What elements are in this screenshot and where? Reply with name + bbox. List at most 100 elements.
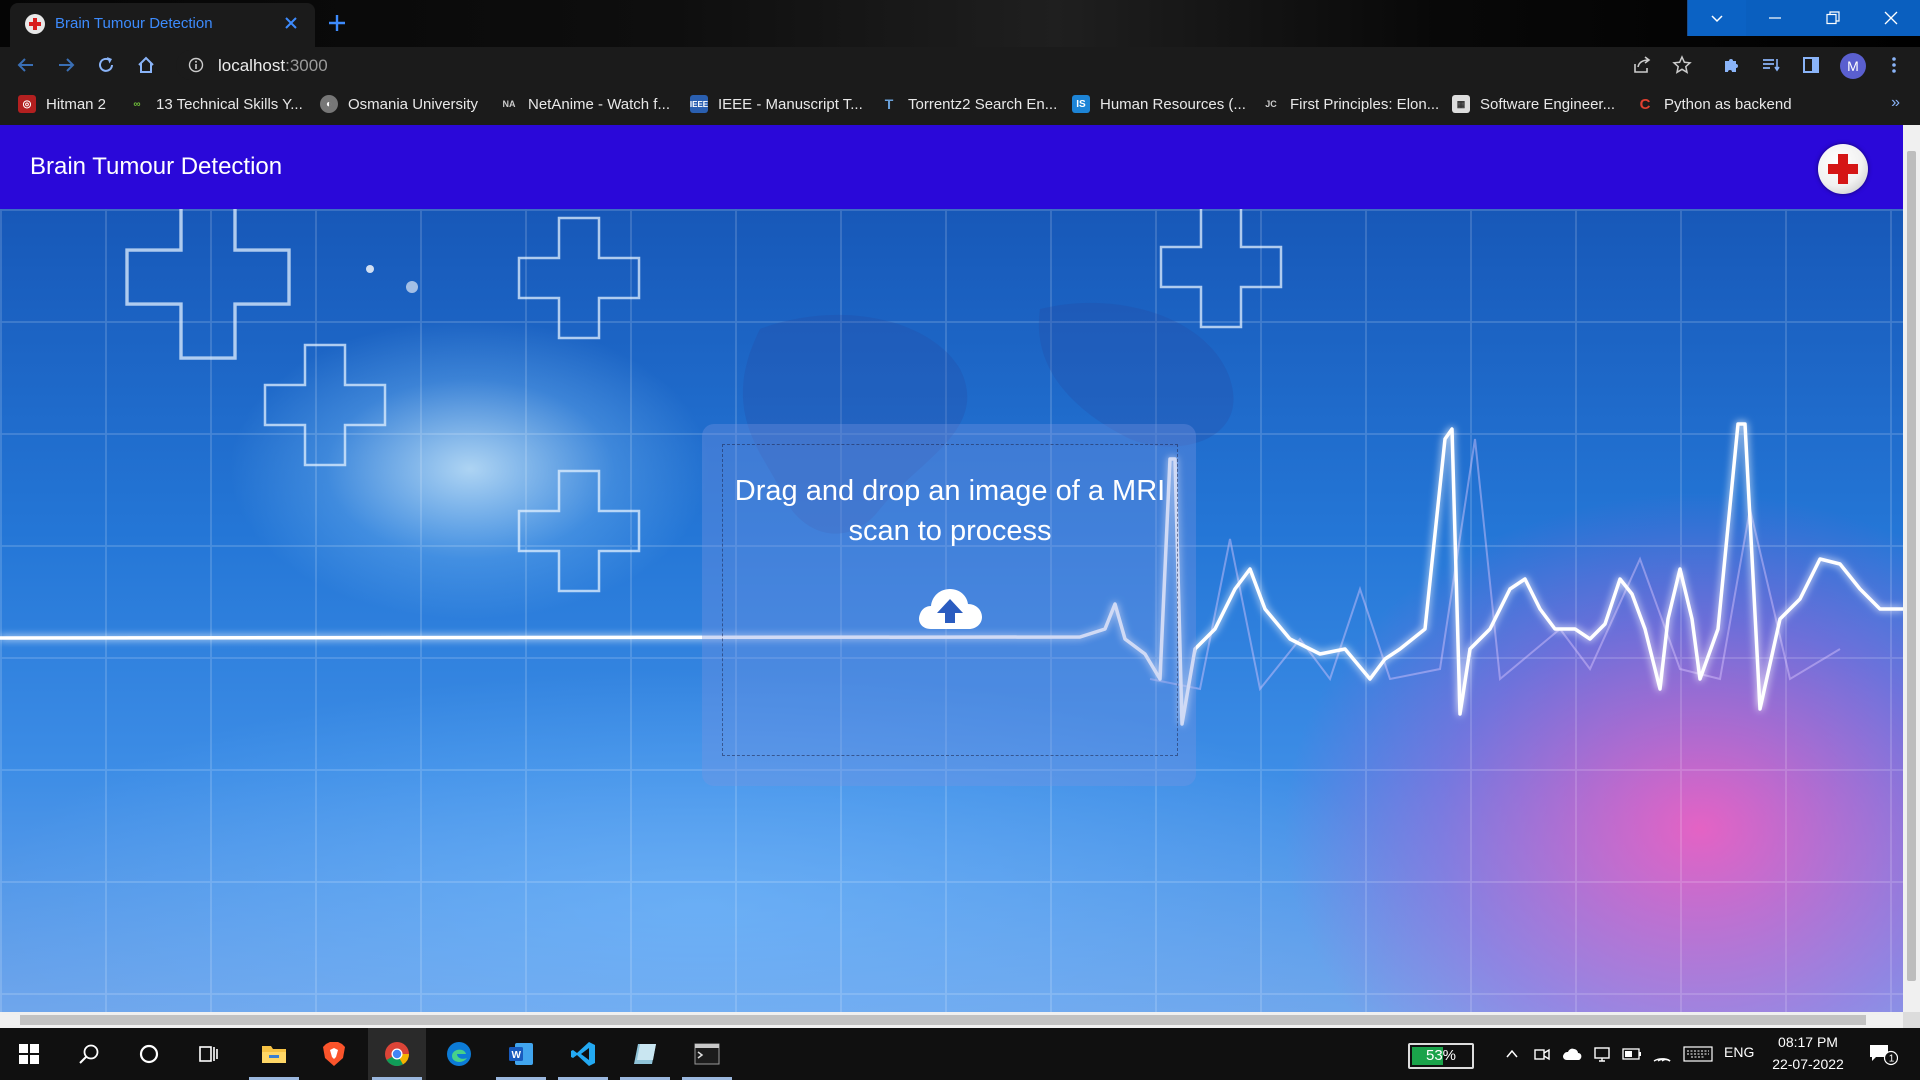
- bookmark-star-icon[interactable]: [1668, 51, 1696, 79]
- notification-count: 1: [1889, 1054, 1895, 1065]
- bookmark-item[interactable]: ◐ Osmania University: [320, 92, 478, 116]
- bookmark-item[interactable]: ▦ Software Engineer...: [1452, 92, 1615, 116]
- bookmark-label: Software Engineer...: [1480, 95, 1616, 113]
- bookmark-item[interactable]: IEEE IEEE - Manuscript T...: [690, 92, 863, 116]
- browser-toolbar: localhost:3000 M: [0, 47, 1920, 83]
- hitman-icon: ◎: [18, 95, 36, 113]
- word-icon[interactable]: W: [492, 1028, 550, 1080]
- tab-search-icon[interactable]: [1687, 0, 1746, 36]
- battery-tray-icon[interactable]: [1620, 1042, 1644, 1066]
- scrollbar-corner: [1903, 1012, 1920, 1028]
- link-icon: ∞: [133, 98, 141, 110]
- browser-tab[interactable]: Brain Tumour Detection: [10, 3, 315, 47]
- bookmark-item[interactable]: NA NetAnime - Watch f...: [500, 92, 670, 116]
- clock-time[interactable]: 08:17 PM: [1776, 1034, 1840, 1050]
- image-dropzone[interactable]: Drag and drop an image of a MRI scan to …: [702, 424, 1196, 786]
- url-text: localhost:3000: [218, 56, 328, 76]
- extensions-icon[interactable]: [1717, 51, 1745, 79]
- bookmark-item[interactable]: ◎ Hitman 2: [18, 92, 106, 116]
- bookmark-label: 13 Technical Skills Y...: [156, 95, 303, 113]
- close-tab-icon[interactable]: [280, 12, 302, 34]
- brave-browser-icon[interactable]: [305, 1028, 363, 1080]
- vertical-scrollbar[interactable]: [1903, 125, 1920, 1012]
- search-icon[interactable]: [60, 1028, 118, 1080]
- scrollbar-thumb[interactable]: [20, 1015, 1866, 1025]
- bookmark-label: Python as backend: [1664, 95, 1792, 113]
- cortana-icon[interactable]: [120, 1028, 178, 1080]
- tab-title: Brain Tumour Detection: [55, 15, 213, 32]
- display-settings-icon[interactable]: [1590, 1042, 1614, 1066]
- browser-title-bar: Brain Tumour Detection: [0, 0, 1920, 47]
- home-icon[interactable]: [132, 51, 160, 79]
- scrollbar-thumb[interactable]: [1907, 151, 1916, 981]
- page-viewport: Brain Tumour Detection Drag and drop an …: [0, 125, 1903, 1012]
- input-language[interactable]: ENG: [1724, 1044, 1754, 1060]
- file-explorer-icon[interactable]: [245, 1028, 303, 1080]
- clock-date[interactable]: 22-07-2022: [1768, 1056, 1848, 1072]
- profile-avatar[interactable]: M: [1840, 53, 1866, 79]
- python-icon: C: [1639, 95, 1651, 113]
- notes-app-icon[interactable]: [616, 1028, 674, 1080]
- app-header: Brain Tumour Detection: [0, 125, 1903, 209]
- medical-cross-outline-icon: [1159, 209, 1283, 329]
- bookmark-label: Human Resources (...: [1100, 95, 1246, 113]
- jc-icon: JC: [1265, 99, 1277, 109]
- restore-button[interactable]: [1804, 0, 1862, 36]
- url-host: localhost: [218, 56, 286, 75]
- keyboard-icon[interactable]: [1682, 1042, 1714, 1066]
- bookmark-label: Osmania University: [348, 95, 479, 113]
- medical-cross-outline-icon: [517, 216, 641, 340]
- hr-icon: IS: [1072, 95, 1090, 113]
- new-tab-button[interactable]: [323, 9, 351, 37]
- torrentz-icon: T: [884, 96, 894, 112]
- side-panel-icon[interactable]: [1797, 51, 1825, 79]
- bookmark-item[interactable]: IS Human Resources (...: [1072, 92, 1246, 116]
- reading-list-icon[interactable]: [1757, 51, 1785, 79]
- show-hidden-icons-icon[interactable]: [1500, 1042, 1524, 1066]
- bookmark-label: Torrentz2 Search En...: [908, 95, 1058, 113]
- site-info-icon[interactable]: [188, 57, 204, 73]
- bookmark-label: First Principles: Elon...: [1290, 95, 1440, 113]
- medical-cross-logo-icon: [1818, 144, 1868, 194]
- onedrive-cloud-icon[interactable]: [1560, 1042, 1584, 1066]
- vscode-icon[interactable]: [554, 1028, 612, 1080]
- menu-kebab-icon[interactable]: [1880, 51, 1908, 79]
- medical-cross-outline-icon: [517, 469, 641, 593]
- battery-indicator[interactable]: 53%: [1408, 1043, 1474, 1069]
- share-icon[interactable]: [1628, 51, 1656, 79]
- reload-icon[interactable]: [92, 51, 120, 79]
- app-title: Brain Tumour Detection: [30, 153, 283, 180]
- meet-now-icon[interactable]: [1530, 1042, 1554, 1066]
- edge-browser-icon[interactable]: [430, 1028, 488, 1080]
- wifi-icon[interactable]: [1650, 1042, 1674, 1066]
- bookmark-label: Hitman 2: [46, 95, 107, 113]
- cloud-upload-icon[interactable]: [917, 585, 983, 631]
- windows-taskbar: W 53% ENG 08:17 PM 22-07-2022 1: [0, 1028, 1920, 1080]
- terminal-icon[interactable]: [678, 1028, 736, 1080]
- bookmark-item[interactable]: C Python as backend: [1636, 92, 1792, 116]
- ieee-icon: IEEE: [690, 95, 708, 113]
- bookmark-item[interactable]: JC First Principles: Elon...: [1262, 92, 1439, 116]
- forward-icon[interactable]: [52, 51, 80, 79]
- dropzone-instructions: Drag and drop an image of a MRI scan to …: [734, 475, 1166, 547]
- chrome-browser-icon[interactable]: [368, 1028, 426, 1080]
- svg-text:W: W: [512, 1050, 522, 1061]
- horizontal-scrollbar[interactable]: [0, 1012, 1903, 1028]
- bookmark-label: IEEE - Manuscript T...: [718, 95, 863, 113]
- medical-cross-outline-icon: [263, 343, 387, 467]
- globe-icon: ◐: [320, 95, 338, 113]
- netanime-icon: NA: [502, 99, 516, 109]
- minimize-button[interactable]: [1746, 0, 1804, 36]
- address-bar[interactable]: localhost:3000: [176, 50, 1646, 80]
- close-window-button[interactable]: [1862, 0, 1920, 36]
- url-port: :3000: [285, 56, 328, 75]
- notification-center-icon[interactable]: 1: [1866, 1042, 1900, 1066]
- windows-start-icon[interactable]: [0, 1028, 58, 1080]
- bookmarks-overflow-icon[interactable]: »: [1891, 94, 1900, 112]
- task-view-icon[interactable]: [180, 1028, 238, 1080]
- bookmark-item[interactable]: ∞ 13 Technical Skills Y...: [128, 92, 303, 116]
- back-icon[interactable]: [12, 51, 40, 79]
- hero-background: Drag and drop an image of a MRI scan to …: [0, 209, 1903, 1012]
- bookmark-item[interactable]: T Torrentz2 Search En...: [880, 92, 1058, 116]
- battery-percent: 53%: [1425, 1047, 1457, 1064]
